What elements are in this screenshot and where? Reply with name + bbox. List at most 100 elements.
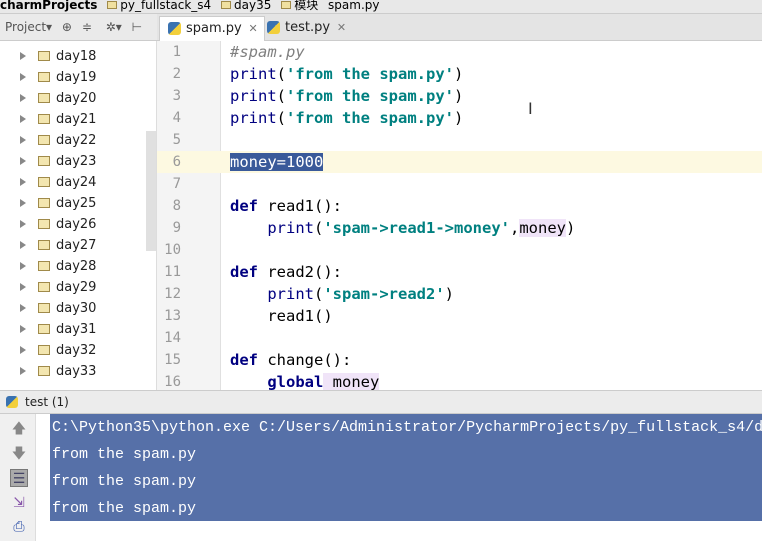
- line-number: 9: [172, 220, 181, 236]
- line-number: 14: [164, 330, 181, 346]
- expand-arrow-icon[interactable]: [20, 199, 26, 207]
- tree-item-label: day33: [56, 364, 97, 379]
- tree-item[interactable]: day24: [20, 172, 96, 193]
- expand-arrow-icon[interactable]: [20, 241, 26, 249]
- tree-item[interactable]: day28: [20, 256, 96, 277]
- line-number: 2: [172, 66, 181, 82]
- line-number: 5: [172, 132, 181, 148]
- tree-item[interactable]: day26: [20, 214, 96, 235]
- tree-item-label: day28: [56, 259, 97, 274]
- tree-item-label: day25: [56, 196, 97, 211]
- text-cursor-icon: I: [528, 99, 533, 118]
- breadcrumb-item[interactable]: day35: [221, 0, 271, 12]
- folder-icon: [38, 324, 50, 334]
- folder-icon: [38, 345, 50, 355]
- tree-item[interactable]: day18: [20, 46, 96, 67]
- close-icon[interactable]: ✕: [337, 16, 346, 40]
- breadcrumb-item[interactable]: spam.py: [328, 0, 379, 12]
- code-line: def change():: [230, 351, 352, 369]
- line-number: 15: [164, 352, 181, 368]
- folder-icon: [38, 177, 50, 187]
- tree-item[interactable]: day30: [20, 298, 96, 319]
- breadcrumb-item[interactable]: py_fullstack_s4: [107, 0, 211, 12]
- line-number: 6: [157, 151, 221, 173]
- project-toolbar: Project▾ ⊕ ≑ ✲▾ ⊢: [0, 14, 157, 41]
- expand-arrow-icon[interactable]: [20, 94, 26, 102]
- tree-item-label: day20: [56, 91, 97, 106]
- folder-icon: [38, 51, 50, 61]
- folder-icon: [221, 1, 232, 9]
- tree-item-label: day31: [56, 322, 97, 337]
- line-number: 7: [172, 176, 181, 192]
- code-line: print('spam->read1->money',money): [267, 219, 576, 237]
- expand-arrow-icon[interactable]: [20, 220, 26, 228]
- tree-item[interactable]: day25: [20, 193, 96, 214]
- code-editor[interactable]: #spam.py print('from the spam.py') print…: [221, 41, 762, 390]
- tree-item[interactable]: day29: [20, 277, 96, 298]
- tree-item-label: day21: [56, 112, 97, 127]
- tree-item[interactable]: day33: [20, 361, 96, 382]
- python-file-icon: [168, 22, 181, 35]
- scrollbar[interactable]: [146, 131, 156, 251]
- line-number: 8: [172, 198, 181, 214]
- folder-icon: [38, 114, 50, 124]
- tree-item[interactable]: day21: [20, 109, 96, 130]
- code-line: global money: [267, 373, 380, 390]
- tree-item[interactable]: day20: [20, 88, 96, 109]
- tree-item[interactable]: day32: [20, 340, 96, 361]
- tree-item[interactable]: day23: [20, 151, 96, 172]
- folder-icon: [38, 303, 50, 313]
- close-icon[interactable]: ✕: [249, 17, 258, 41]
- scroll-to-end-icon[interactable]: ⇲: [10, 494, 28, 512]
- tree-item-label: day29: [56, 280, 97, 295]
- folder-icon: [38, 135, 50, 145]
- expand-arrow-icon[interactable]: [20, 73, 26, 81]
- breadcrumb-item[interactable]: 模块: [281, 0, 318, 12]
- collapse-icon[interactable]: ≑: [82, 20, 92, 34]
- folder-icon: [38, 93, 50, 103]
- line-number: 4: [172, 110, 181, 126]
- expand-arrow-icon[interactable]: [20, 304, 26, 312]
- arrow-down-icon[interactable]: 🡇: [10, 445, 28, 463]
- code-line: print('from the spam.py'): [230, 87, 464, 105]
- line-number: 12: [164, 286, 181, 302]
- line-number: 11: [164, 264, 181, 280]
- tree-item[interactable]: day22: [20, 130, 96, 151]
- print-icon[interactable]: ⎙: [10, 518, 28, 536]
- expand-arrow-icon[interactable]: [20, 136, 26, 144]
- line-number: 10: [164, 242, 181, 258]
- pin-icon[interactable]: ⊢: [132, 20, 142, 34]
- folder-icon: [38, 261, 50, 271]
- run-tab-label: test (1): [25, 395, 69, 409]
- folder-icon: [38, 156, 50, 166]
- expand-arrow-icon[interactable]: [20, 367, 26, 375]
- expand-arrow-icon[interactable]: [20, 178, 26, 186]
- expand-arrow-icon[interactable]: [20, 157, 26, 165]
- target-icon[interactable]: ⊕: [62, 20, 72, 34]
- tab-test-py[interactable]: test.py ✕: [259, 16, 352, 41]
- expand-arrow-icon[interactable]: [20, 325, 26, 333]
- tree-item-label: day32: [56, 343, 97, 358]
- tab-label: spam.py: [186, 21, 242, 36]
- python-file-icon: [6, 396, 18, 408]
- expand-arrow-icon[interactable]: [20, 52, 26, 60]
- expand-arrow-icon[interactable]: [20, 283, 26, 291]
- tree-item[interactable]: day19: [20, 67, 96, 88]
- arrow-up-icon[interactable]: 🡅: [10, 420, 28, 438]
- expand-arrow-icon[interactable]: [20, 115, 26, 123]
- expand-arrow-icon[interactable]: [20, 346, 26, 354]
- soft-wrap-icon[interactable]: ☰: [10, 469, 28, 487]
- tab-spam-py[interactable]: spam.py ✕: [159, 16, 265, 41]
- expand-arrow-icon[interactable]: [20, 262, 26, 270]
- breadcrumb-item[interactable]: charmProjects: [0, 0, 97, 12]
- python-file-icon: [267, 21, 280, 34]
- tree-item[interactable]: day31: [20, 319, 96, 340]
- console-output[interactable]: C:\Python35\python.exe C:/Users/Administ…: [50, 414, 762, 521]
- run-tab[interactable]: test (1): [0, 390, 762, 414]
- folder-icon: [38, 219, 50, 229]
- tree-item[interactable]: day27: [20, 235, 96, 256]
- project-view-dropdown[interactable]: Project▾: [5, 20, 52, 34]
- code-line: print('from the spam.py'): [230, 109, 464, 127]
- gear-icon[interactable]: ✲▾: [106, 20, 122, 34]
- folder-icon: [107, 1, 118, 9]
